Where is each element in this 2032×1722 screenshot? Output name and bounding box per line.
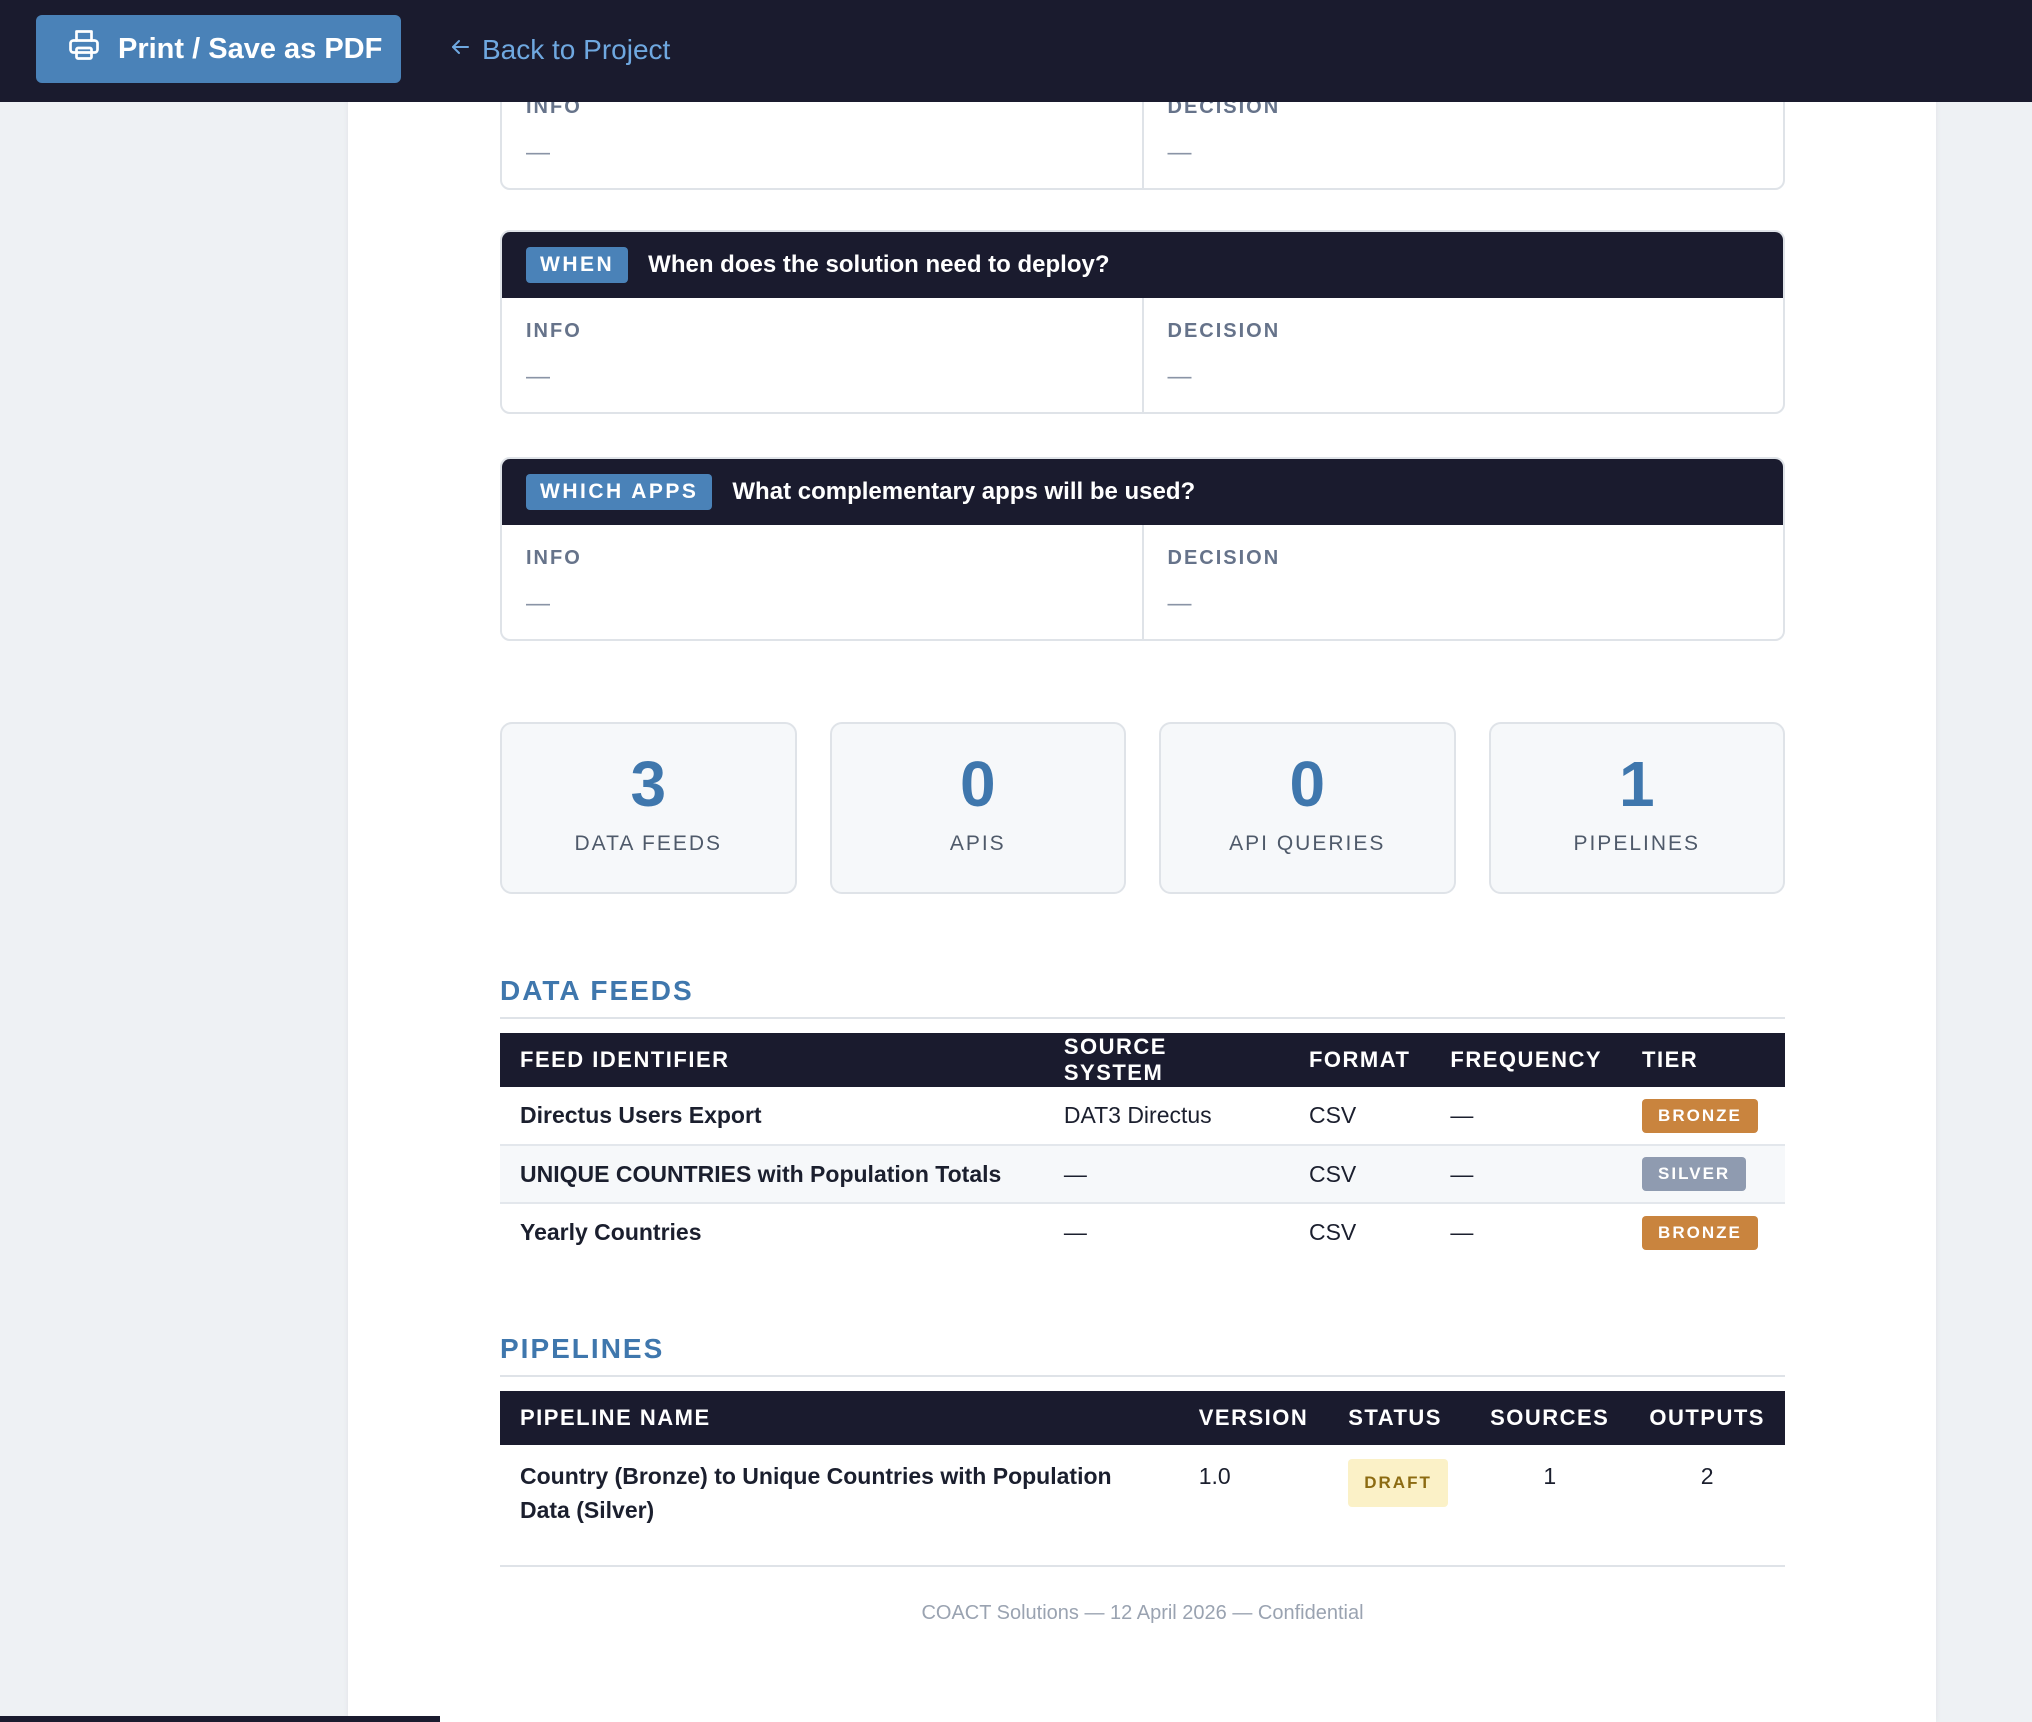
page-footer: COACT Solutions — 12 April 2026 — Confid… xyxy=(921,1602,1364,1624)
arrow-left-icon xyxy=(448,34,472,66)
format: CSV xyxy=(1288,1202,1431,1261)
table-row: UNIQUE COUNTRIES with Population Totals … xyxy=(500,1144,1785,1203)
source-system: — xyxy=(1043,1144,1289,1203)
column-header: SOURCES xyxy=(1490,1405,1610,1430)
decision-column: DECISION — xyxy=(1141,525,1784,639)
info-label: INFO xyxy=(526,320,582,342)
pipeline-outputs: 2 xyxy=(1700,1463,1714,1489)
decision-label: DECISION xyxy=(1167,320,1281,342)
feed-identifier: Directus Users Export xyxy=(520,1102,762,1128)
question-header: WHICH APPS What complementary apps will … xyxy=(502,459,1783,525)
pipelines-heading: PIPELINES xyxy=(500,1333,1785,1377)
source-system: DAT3 Directus xyxy=(1063,1102,1212,1128)
column-header: FREQUENCY xyxy=(1450,1047,1603,1072)
stat-card-data-feeds: 3 DATA FEEDS xyxy=(500,722,797,894)
summary-stats: 3 DATA FEEDS 0 APIS 0 API QUERIES 1 PIPE… xyxy=(500,722,1785,894)
stat-label: API QUERIES xyxy=(1229,832,1386,855)
table-header-row: FEED IDENTIFIER SOURCE SYSTEM FORMAT FRE… xyxy=(500,1033,1785,1087)
stat-value: 0 xyxy=(1289,748,1326,820)
question-card-which-apps: WHICH APPS What complementary apps will … xyxy=(500,457,1785,641)
question-card-when: WHEN When does the solution need to depl… xyxy=(500,230,1785,414)
decision-column: DECISION — xyxy=(1141,298,1784,412)
tier-badge: SILVER xyxy=(1642,1157,1747,1191)
format: CSV xyxy=(1308,1102,1357,1128)
window-edge-strip xyxy=(0,1716,440,1722)
question-tag: WHEN xyxy=(526,247,629,283)
tier-cell: BRONZE xyxy=(1622,1087,1785,1145)
column-header: TIER xyxy=(1642,1047,1699,1072)
column-header: SOURCE SYSTEM xyxy=(1063,1034,1167,1085)
back-to-project-link[interactable]: Back to Project xyxy=(448,30,670,70)
footer-divider xyxy=(500,1565,1785,1567)
data-feeds-heading: DATA FEEDS xyxy=(500,975,1785,1019)
info-value: — xyxy=(526,590,550,617)
pipeline-version: 1.0 xyxy=(1198,1463,1231,1489)
pipeline-sources: 1 xyxy=(1543,1463,1557,1489)
table-row: Directus Users Export DAT3 Directus CSV … xyxy=(500,1087,1785,1145)
format: CSV xyxy=(1288,1144,1431,1203)
table-header-row: PIPELINE NAME VERSION STATUS SOURCES OUT… xyxy=(500,1391,1785,1445)
question-title: What complementary apps will be used? xyxy=(732,478,1196,505)
column-header: OUTPUTS xyxy=(1649,1405,1765,1430)
tier-cell: BRONZE xyxy=(1622,1202,1785,1261)
info-column: INFO — xyxy=(502,525,1142,639)
status-badge: DRAFT xyxy=(1348,1459,1448,1507)
decision-value: — xyxy=(1167,590,1192,617)
column-header: STATUS xyxy=(1348,1405,1442,1430)
back-link-label: Back to Project xyxy=(482,34,671,65)
status-cell: DRAFT xyxy=(1328,1445,1470,1565)
frequency: — xyxy=(1430,1202,1623,1261)
tier-cell: SILVER xyxy=(1622,1144,1785,1203)
question-tag: WHICH APPS xyxy=(526,474,713,510)
feed-identifier: UNIQUE COUNTRIES with Population Totals xyxy=(500,1144,1044,1203)
top-toolbar: Print / Save as PDF Back to Project xyxy=(0,0,2032,102)
stat-card-api-queries: 0 API QUERIES xyxy=(1159,722,1456,894)
decision-label: DECISION xyxy=(1167,547,1281,569)
stat-label: PIPELINES xyxy=(1573,832,1701,855)
frequency: — xyxy=(1450,1102,1474,1128)
question-header: WHEN When does the solution need to depl… xyxy=(502,232,1783,298)
print-button-label: Print / Save as PDF xyxy=(118,32,383,65)
document-page: INFO — DECISION — WHEN When does the sol… xyxy=(348,0,1936,1722)
stat-value: 3 xyxy=(630,748,667,820)
column-header: VERSION xyxy=(1198,1405,1309,1430)
source-system: — xyxy=(1043,1202,1289,1261)
pipeline-name: Country (Bronze) to Unique Countries wit… xyxy=(520,1463,1112,1523)
info-value: — xyxy=(526,363,550,390)
info-label: INFO xyxy=(526,547,582,569)
tier-badge: BRONZE xyxy=(1642,1098,1758,1133)
stat-card-apis: 0 APIS xyxy=(829,722,1126,894)
info-value: — xyxy=(526,139,550,166)
pipelines-table: PIPELINE NAME VERSION STATUS SOURCES OUT… xyxy=(500,1391,1785,1565)
column-header: FEED IDENTIFIER xyxy=(520,1047,730,1072)
decision-value: — xyxy=(1167,363,1192,390)
tier-badge: BRONZE xyxy=(1642,1215,1758,1250)
stat-label: APIS xyxy=(949,832,1006,855)
column-header: PIPELINE NAME xyxy=(520,1405,711,1430)
column-header: FORMAT xyxy=(1308,1047,1411,1072)
question-title: When does the solution need to deploy? xyxy=(648,251,1110,278)
feed-identifier: Yearly Countries xyxy=(500,1202,1044,1261)
stat-value: 1 xyxy=(1618,748,1655,820)
data-feeds-table: FEED IDENTIFIER SOURCE SYSTEM FORMAT FRE… xyxy=(500,1033,1785,1261)
stat-card-pipelines: 1 PIPELINES xyxy=(1488,722,1785,894)
info-column: INFO — xyxy=(502,298,1142,412)
stat-value: 0 xyxy=(959,748,996,820)
frequency: — xyxy=(1430,1144,1623,1203)
print-save-pdf-button[interactable]: Print / Save as PDF xyxy=(36,15,401,83)
stat-label: DATA FEEDS xyxy=(574,832,723,855)
printer-icon xyxy=(66,27,102,71)
decision-value: — xyxy=(1167,139,1192,166)
table-row: Yearly Countries — CSV — BRONZE xyxy=(500,1202,1785,1261)
table-row: Country (Bronze) to Unique Countries wit… xyxy=(500,1445,1785,1565)
